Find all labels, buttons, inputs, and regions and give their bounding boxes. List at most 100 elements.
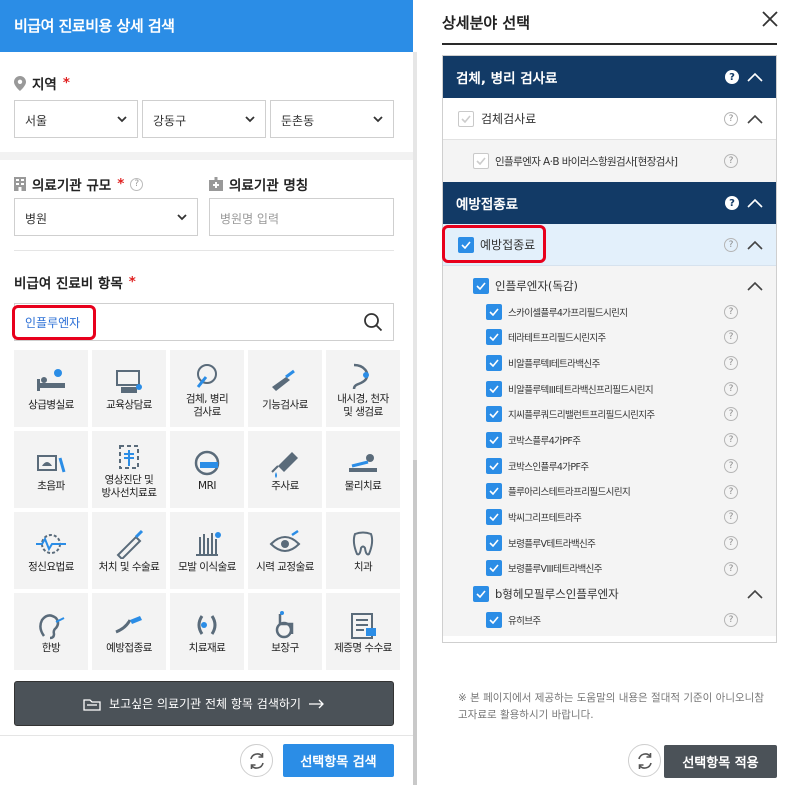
chevron-up-icon[interactable]: [747, 114, 763, 124]
search-selected-button[interactable]: 선택항목 검색: [283, 744, 394, 777]
category-tile[interactable]: 치과: [326, 512, 400, 589]
item-row[interactable]: 인플루엔자 A·B 바이러스항원검사[현장검사] ?: [443, 140, 776, 182]
vaccine-item-row[interactable]: 보령플루VIII테트라백신주?: [443, 556, 776, 582]
category-header[interactable]: 예방접종료 ?: [443, 182, 776, 224]
checkbox-checked[interactable]: [486, 457, 502, 474]
category-tile[interactable]: 한방: [14, 593, 88, 670]
category-tile[interactable]: 제증명 수수료: [326, 593, 400, 670]
category-tile[interactable]: 영상진단 및 방사선치료료: [92, 431, 166, 508]
vaccine-item-row[interactable]: 테라테트프리필드시린지주?: [443, 324, 776, 350]
subgroup-row[interactable]: 인플루엔자(독감): [443, 273, 776, 299]
hospital-name-input[interactable]: 병원명 입력: [209, 198, 394, 236]
checkbox-checked[interactable]: [486, 611, 502, 628]
chevron-up-icon[interactable]: [747, 198, 763, 208]
scrollbar-thumb[interactable]: [413, 460, 417, 785]
help-icon[interactable]: ?: [724, 154, 738, 168]
vaccine-item-label: 박씨그리프테트라주: [508, 513, 582, 525]
checkbox-disabled[interactable]: [473, 153, 489, 169]
vaccine-item-row[interactable]: 코박스플루4가PF주?: [443, 427, 776, 453]
checkbox-checked[interactable]: [486, 329, 502, 346]
category-tile[interactable]: 시력 교정술료: [248, 512, 322, 589]
help-icon[interactable]: ?: [724, 433, 738, 448]
vaccine-item-row[interactable]: 비알플루텍III테트라백신프리필드시린지?: [443, 376, 776, 402]
checkbox-checked[interactable]: [486, 534, 502, 551]
scale-select[interactable]: 병원: [14, 198, 198, 236]
help-icon[interactable]: ?: [724, 612, 738, 627]
category-tile[interactable]: 보장구: [248, 593, 322, 670]
help-icon[interactable]: ?: [724, 561, 738, 576]
help-icon[interactable]: ?: [725, 196, 739, 210]
region-city-select[interactable]: 서울: [14, 100, 138, 138]
help-icon[interactable]: ?: [724, 510, 738, 525]
checkbox-checked[interactable]: [473, 277, 489, 294]
vaccine-item-row[interactable]: 비알플루텍I테트라백신주?: [443, 350, 776, 376]
category-tile[interactable]: 주사료: [248, 431, 322, 508]
region-city-value: 서울: [25, 114, 48, 128]
required-mark: *: [128, 274, 136, 290]
help-icon[interactable]: ?: [724, 381, 738, 396]
checkbox-disabled[interactable]: [458, 110, 474, 127]
help-icon[interactable]: ?: [724, 238, 738, 252]
subgroup-label: b형헤모필루스인플루엔자: [495, 587, 619, 602]
search-icon[interactable]: [363, 312, 383, 332]
checkbox-checked[interactable]: [486, 560, 502, 577]
vaccine-item-row[interactable]: 지씨플루쿼드리밸런트프리필드시린지주?: [443, 401, 776, 427]
category-tile[interactable]: 교육상담료: [92, 350, 166, 427]
vaccine-list: 인플루엔자(독감) 스카이셀플루4가프리필드시린지? 테라테트프리필드시린지주? 비알…: [443, 266, 776, 636]
reset-button[interactable]: [628, 744, 661, 777]
vaccine-item-row[interactable]: 스카이셀플루4가프리필드시린지?: [443, 299, 776, 325]
category-tile[interactable]: MRI: [170, 431, 244, 508]
category-tile[interactable]: 예방접종료: [92, 593, 166, 670]
vaccine-item-row[interactable]: 보령플루Ⅴ테트라백신주?: [443, 530, 776, 556]
checkbox-checked[interactable]: [486, 406, 502, 423]
category-header[interactable]: 검체, 병리 검사료 ?: [443, 56, 776, 98]
checkbox-checked[interactable]: [486, 483, 502, 500]
help-icon[interactable]: ?: [130, 177, 144, 191]
help-icon[interactable]: ?: [724, 330, 738, 345]
subcategory-row[interactable]: 검체검사료 ?: [443, 98, 776, 140]
category-tile[interactable]: 검체, 병리 검사료: [170, 350, 244, 427]
vaccine-item-row[interactable]: 플루아리스테트라프리필드시린지?: [443, 479, 776, 505]
checkbox-checked[interactable]: [486, 303, 502, 320]
help-icon[interactable]: ?: [724, 112, 738, 126]
vaccine-item-row[interactable]: 박씨그리프테트라주?: [443, 504, 776, 530]
help-icon[interactable]: ?: [725, 70, 739, 84]
checkbox-checked[interactable]: [486, 354, 502, 371]
category-tile[interactable]: 치료재료: [170, 593, 244, 670]
region-district-select[interactable]: 강동구: [142, 100, 266, 138]
subgroup-row[interactable]: b형헤모필루스인플루엔자: [443, 581, 776, 607]
vaccine-item-row[interactable]: 코박스인플루4가PF주?: [443, 453, 776, 479]
help-icon[interactable]: ?: [724, 484, 738, 499]
category-tile[interactable]: 초음파: [14, 431, 88, 508]
vaccine-item-row[interactable]: 유히브주?: [443, 607, 776, 633]
checkbox-checked[interactable]: [473, 586, 489, 603]
category-tile[interactable]: 물리치료: [326, 431, 400, 508]
close-icon[interactable]: [760, 9, 780, 29]
reset-button[interactable]: [240, 744, 273, 777]
checkbox-checked[interactable]: [486, 380, 502, 397]
category-tile[interactable]: 정신요법료: [14, 512, 88, 589]
chevron-up-icon[interactable]: [747, 589, 763, 599]
category-tile[interactable]: 모발 이식술료: [170, 512, 244, 589]
category-tile[interactable]: 처치 및 수술료: [92, 512, 166, 589]
chevron-up-icon[interactable]: [747, 240, 763, 250]
search-all-items-button[interactable]: 보고싶은 의료기관 전체 항목 검색하기: [14, 681, 394, 726]
chevron-up-icon[interactable]: [747, 72, 763, 82]
help-icon[interactable]: ?: [724, 458, 738, 473]
physical-therapy-icon: [349, 454, 377, 472]
apply-selected-button[interactable]: 선택항목 적용: [664, 745, 777, 778]
category-tile[interactable]: 기능검사료: [248, 350, 322, 427]
help-icon[interactable]: ?: [724, 356, 738, 371]
checkbox-checked[interactable]: [486, 431, 502, 448]
vaccine-item-label: 코박스인플루4가PF주: [508, 461, 589, 473]
category-tile[interactable]: 내시경, 천자 및 생검료: [326, 350, 400, 427]
category-tile[interactable]: 상급병실료: [14, 350, 88, 427]
search-panel: 비급여 진료비용 상세 검색 지역 * 서울 강동구 둔촌동 의료기관 규모 * ?…: [0, 0, 413, 785]
chevron-up-icon[interactable]: [747, 281, 763, 291]
highlight-box: [12, 305, 96, 340]
help-icon[interactable]: ?: [724, 304, 738, 319]
help-icon[interactable]: ?: [724, 407, 738, 422]
region-dong-select[interactable]: 둔촌동: [270, 100, 394, 138]
checkbox-checked[interactable]: [486, 509, 502, 526]
help-icon[interactable]: ?: [724, 535, 738, 550]
